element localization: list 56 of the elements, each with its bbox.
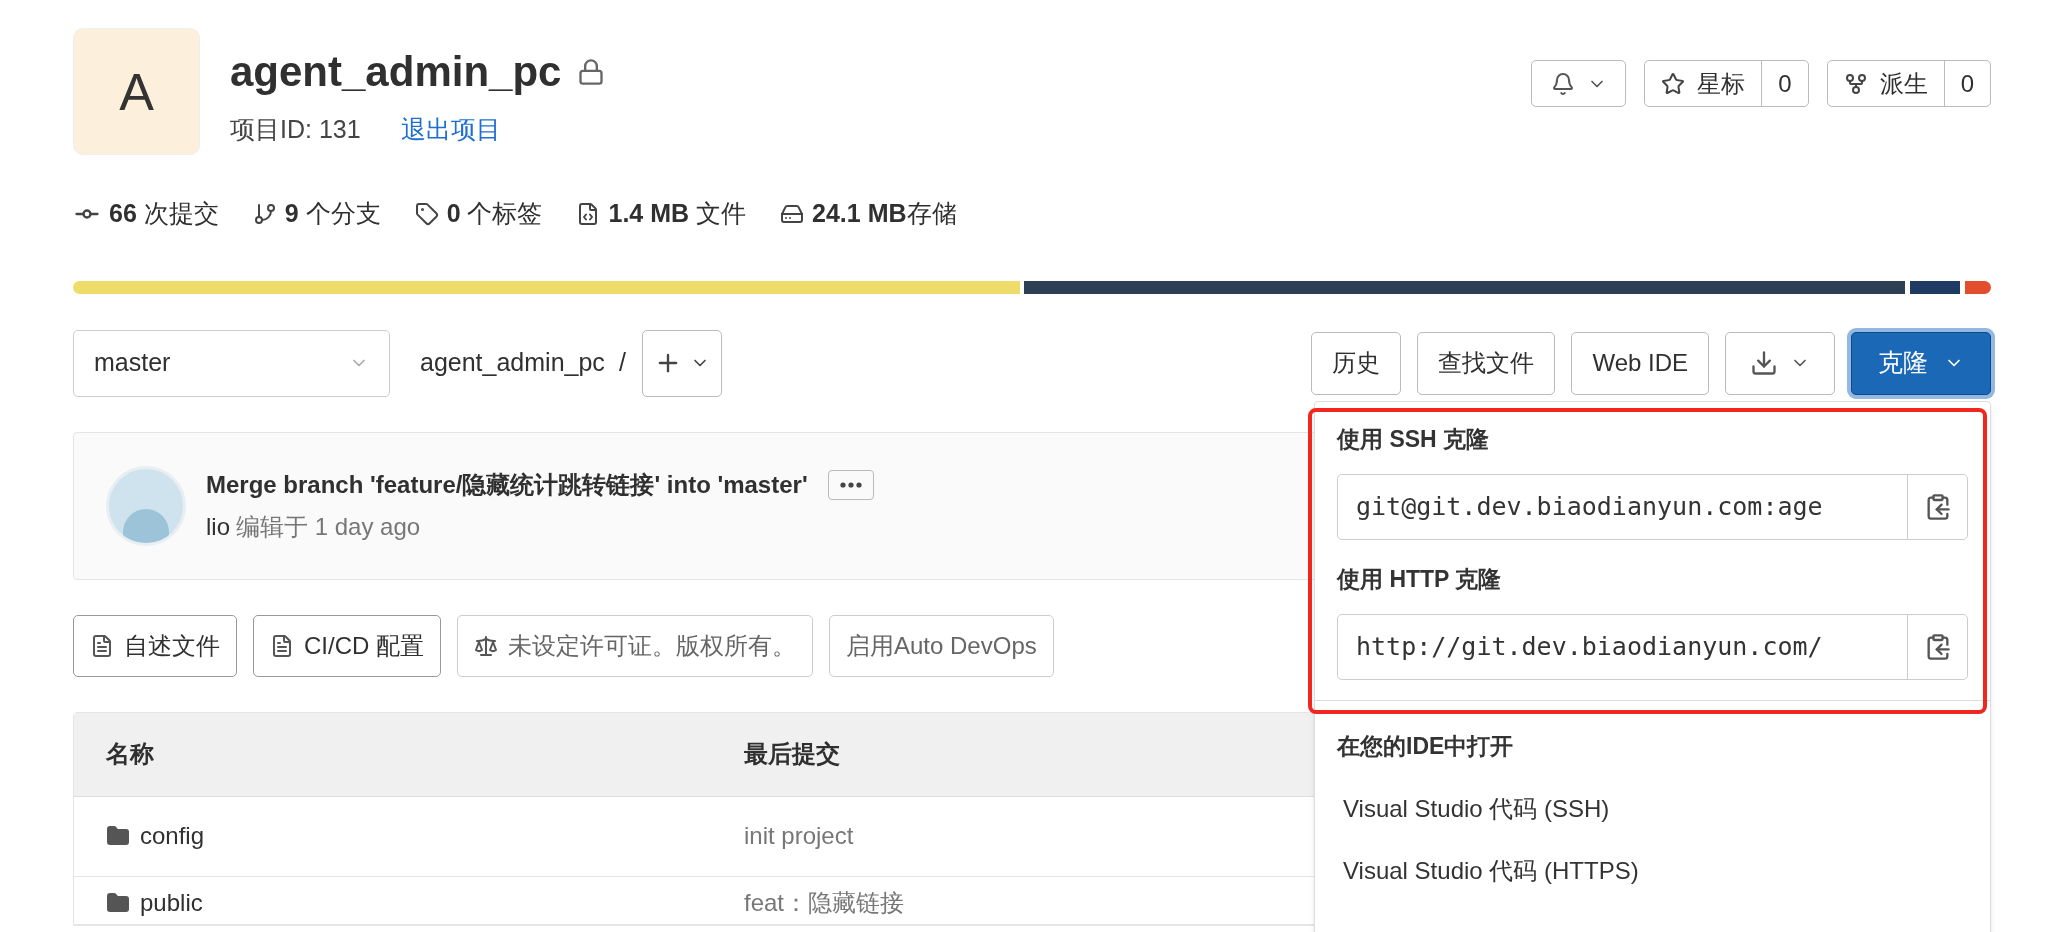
toolbar-button[interactable]: 查找文件 (1417, 331, 1556, 395)
project-id: 项目ID: 131 (230, 114, 361, 145)
star-button[interactable]: 星标 (1645, 61, 1763, 106)
fork-icon (1843, 71, 1868, 96)
commit-title[interactable]: Merge branch 'feature/隐藏统计跳转链接' into 'master' (206, 466, 808, 503)
folder-icon (106, 824, 130, 848)
leave-project-link[interactable]: 退出项目 (400, 111, 501, 149)
ellipsis-icon (839, 481, 862, 488)
file-name-link[interactable]: config (140, 818, 205, 854)
branch-dropdown[interactable]: master (73, 329, 390, 397)
quick-link-button[interactable]: 未设定许可证。版权所有。 (457, 614, 813, 677)
branch-icon (252, 201, 277, 226)
fork-count: 0 (1959, 68, 1975, 99)
stat-label[interactable]: 66 次提交 (109, 195, 219, 233)
ide-section-title: 在您的IDE中打开 (1337, 731, 1515, 761)
commit-message-link[interactable]: feat：隐藏链接 (744, 889, 905, 916)
notification-button[interactable] (1531, 60, 1627, 107)
star-icon (1661, 71, 1686, 96)
quick-link-button[interactable]: CI/CD 配置 (253, 614, 441, 677)
fork-button[interactable]: 派生 (1827, 61, 1945, 106)
commit-message-link[interactable]: init project (744, 822, 854, 849)
column-header: 最后提交 (744, 740, 840, 767)
quick-link-button[interactable]: 自述文件 (73, 614, 237, 677)
commit-time: 编辑于 1 day ago (236, 511, 421, 542)
column-header: 名称 (106, 740, 154, 767)
more-button[interactable] (827, 469, 874, 500)
clone-url-field[interactable]: git@git.dev.biaodianyun.com:age (1337, 473, 1968, 540)
quick-link-button[interactable]: 启用Auto DevOps (829, 614, 1054, 677)
clone-url-field[interactable]: http://git.dev.biaodianyun.com/ (1337, 613, 1968, 680)
document-icon (270, 633, 294, 658)
copy-button[interactable] (1907, 614, 1967, 679)
stat-label[interactable]: 0 个标签 (446, 195, 543, 233)
project-avatar: A (73, 28, 200, 155)
file-name-link[interactable]: public (140, 885, 203, 921)
scale-icon (474, 633, 498, 658)
commit-author[interactable]: lio (206, 508, 230, 545)
toolbar-button[interactable]: 历史 (1311, 331, 1402, 395)
tag-icon (414, 201, 439, 226)
ide-menu-item[interactable]: Visual Studio 代码 (HTTPS) (1337, 856, 1968, 885)
breadcrumb-separator: / (618, 347, 626, 379)
project-title: agent_admin_pc (230, 47, 562, 97)
breadcrumb-link[interactable]: agent_admin_pc (420, 344, 605, 382)
copy-button[interactable] (1907, 474, 1967, 539)
stat-label[interactable]: 24.1 MB存储 (812, 195, 957, 233)
clone-section-title: 使用 HTTP 克隆 (1337, 564, 1503, 594)
download-icon (1750, 349, 1778, 377)
star-count: 0 (1777, 68, 1793, 99)
download-button[interactable] (1725, 331, 1835, 395)
toolbar-button[interactable]: Web IDE (1571, 331, 1709, 395)
stat-label[interactable]: 1.4 MB 文件 (608, 195, 747, 233)
clone-section-title: 使用 SSH 克隆 (1337, 424, 1491, 454)
stat-label[interactable]: 9 个分支 (284, 195, 381, 233)
document-icon (90, 633, 114, 658)
folder-icon (106, 891, 130, 915)
bell-icon (1550, 71, 1575, 96)
ide-menu-item[interactable]: Visual Studio 代码 (SSH) (1337, 794, 1968, 823)
